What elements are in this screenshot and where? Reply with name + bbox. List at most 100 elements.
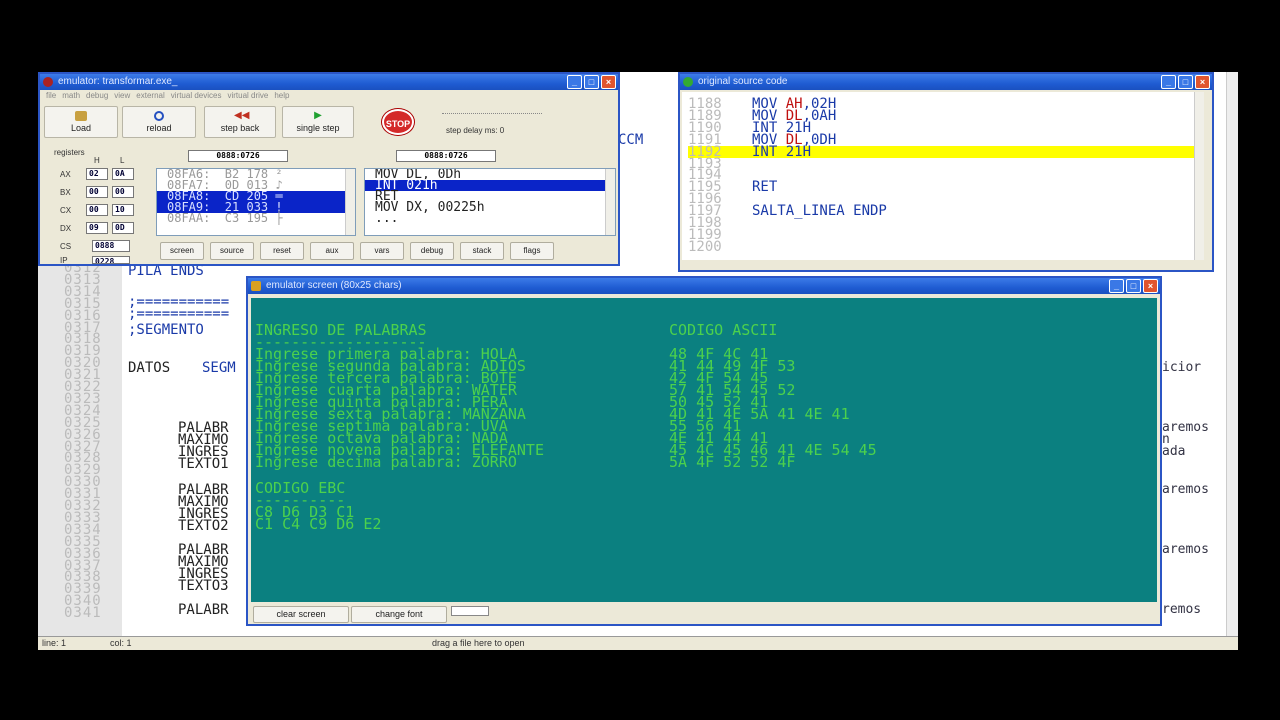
change-font-button[interactable]: change font — [351, 606, 447, 623]
menu-virtual-devices[interactable]: virtual devices — [171, 90, 222, 102]
reg-ax-high[interactable]: 02 — [86, 168, 108, 180]
source-maximize-button[interactable]: □ — [1178, 75, 1193, 89]
reg-ip-label: IP — [60, 256, 68, 265]
code-right-4: ada — [1162, 444, 1186, 459]
minimize-button[interactable]: _ — [567, 75, 582, 89]
code-pila-ends: PILA ENDS — [128, 263, 204, 279]
disasm-row[interactable]: MOV DX, 00225h — [365, 201, 615, 214]
menu-file[interactable]: file — [46, 90, 56, 102]
maximize-button[interactable]: □ — [584, 75, 599, 89]
folder-icon — [75, 111, 87, 121]
single-step-label: single step — [296, 123, 340, 133]
reg-dx-low[interactable]: 0D — [112, 222, 134, 234]
reg-h-header: H — [94, 156, 100, 165]
reg-cs[interactable]: 0888 — [92, 240, 130, 252]
registers-label: registers — [54, 148, 85, 157]
source-title: original source code — [698, 76, 788, 87]
memory-address-field[interactable]: 0888:0726 — [188, 150, 288, 162]
reg-bx-high[interactable]: 00 — [86, 186, 108, 198]
stop-button[interactable]: STOP — [382, 109, 414, 135]
screen-titlebar[interactable]: emulator screen (80x25 chars) _ □ × — [248, 278, 1160, 294]
stack-button[interactable]: stack — [460, 242, 504, 260]
clear-screen-button[interactable]: clear screen — [253, 606, 349, 623]
menu-debug[interactable]: debug — [86, 90, 108, 102]
code-texto1: TEXTO1 — [178, 456, 229, 472]
reg-ax-low[interactable]: 0A — [112, 168, 134, 180]
code-texto3: TEXTO3 — [178, 578, 229, 594]
editor-scrollbar[interactable] — [1226, 72, 1238, 636]
emulator-menu-bar: file math debug view external virtual de… — [40, 90, 618, 102]
code-comment-dash2: ;=========== — [128, 306, 230, 322]
screen-close-button[interactable]: × — [1143, 279, 1158, 293]
screen-maximize-button[interactable]: □ — [1126, 279, 1141, 293]
code-datos: DATOS — [128, 360, 171, 376]
step-back-icon: ◀◀ — [234, 110, 250, 121]
screen-button[interactable]: screen — [160, 242, 204, 260]
source-minimize-button[interactable]: _ — [1161, 75, 1176, 89]
menu-help[interactable]: help — [274, 90, 289, 102]
close-button[interactable]: × — [601, 75, 616, 89]
single-step-icon: ▶ — [314, 110, 322, 121]
source-titlebar[interactable]: original source code _ □ × — [680, 74, 1212, 90]
flags-button[interactable]: flags — [510, 242, 554, 260]
disasm-row[interactable]: INT 021h — [365, 179, 615, 192]
step-delay-label: step delay ms: 0 — [446, 126, 505, 135]
emulator-app-icon — [43, 77, 53, 87]
emulator-window: emulator: transformar.exe_ _ □ × file ma… — [38, 72, 620, 266]
reg-cs-label: CS — [60, 242, 72, 251]
memory-list[interactable]: 08FA6: B2 178 ² 08FA7: 0D 013 ♪ 08FA8: CD … — [156, 168, 356, 236]
font-size-control[interactable] — [451, 606, 489, 616]
aux-button[interactable]: aux — [310, 242, 354, 260]
step-back-button[interactable]: ◀◀ step back — [204, 106, 276, 138]
memory-scrollbar[interactable] — [345, 169, 355, 235]
source-scrollbar[interactable] — [1194, 92, 1204, 260]
reg-cx-low[interactable]: 10 — [112, 204, 134, 216]
source-line: 1200 — [688, 240, 1194, 254]
code-right-1: icior — [1162, 360, 1202, 375]
console-prompt-line: Ingrese decima palabra: ZORRO — [255, 453, 517, 471]
screen-title: emulator screen (80x25 chars) — [266, 280, 402, 291]
menu-virtual-drive[interactable]: virtual drive — [227, 90, 268, 102]
source-line: 1193 — [688, 157, 1194, 171]
disasm-address-field[interactable]: 0888:0726 — [396, 150, 496, 162]
menu-external[interactable]: external — [136, 90, 164, 102]
reload-icon — [154, 111, 164, 121]
code-segm: SEGM — [202, 360, 236, 376]
reload-label: reload — [146, 123, 172, 133]
load-button[interactable]: Load — [44, 106, 118, 138]
memory-row[interactable]: 08FAA: C3 195 ├ — [157, 212, 355, 224]
debug-button[interactable]: debug — [410, 242, 454, 260]
line-number: 0341 — [64, 605, 102, 622]
menu-math[interactable]: math — [62, 90, 80, 102]
source-line: 1198 — [688, 216, 1194, 230]
reload-button[interactable]: reload — [122, 106, 196, 138]
single-step-button[interactable]: ▶ single step — [282, 106, 354, 138]
vars-button[interactable]: vars — [360, 242, 404, 260]
emulator-toolbar: Load reload ◀◀ step back ▶ single step S… — [42, 104, 618, 140]
source-close-button[interactable]: × — [1195, 75, 1210, 89]
disasm-scrollbar[interactable] — [605, 169, 615, 235]
reg-bx-low[interactable]: 00 — [112, 186, 134, 198]
screen-minimize-button[interactable]: _ — [1109, 279, 1124, 293]
emulator-screen-window: emulator screen (80x25 chars) _ □ × INGR… — [246, 276, 1162, 626]
code-palabr-4: PALABR — [178, 602, 229, 618]
disassembly-list[interactable]: MOV DL, 0Dh INT 021h RET MOV DX, 00225h... — [364, 168, 616, 236]
load-label: Load — [70, 123, 92, 133]
status-drag-hint: drag a file here to open — [432, 638, 525, 648]
console-ascii-line: 5A 4F 52 52 4F — [669, 453, 796, 471]
reg-bx-label: BX — [60, 188, 71, 197]
reg-cx-label: CX — [60, 206, 72, 215]
reg-ip[interactable]: 0228 — [92, 256, 130, 264]
code-right-5: aremos — [1162, 482, 1209, 497]
emulator-titlebar[interactable]: emulator: transformar.exe_ _ □ × — [40, 74, 618, 90]
reg-ax-label: AX — [60, 170, 71, 179]
step-delay-slider[interactable] — [442, 108, 542, 114]
step-back-label: step back — [220, 123, 260, 133]
source-code-view[interactable]: 1188 MOV AH,02H 1189 MOV DL,0AH 1190 INT 21H 1… — [682, 92, 1194, 260]
reset-button[interactable]: reset — [260, 242, 304, 260]
reg-cx-high[interactable]: 00 — [86, 204, 108, 216]
emulator-console[interactable]: INGRESO DE PALABRAS CODIGO ASCII -------… — [251, 298, 1157, 602]
menu-view[interactable]: view — [114, 90, 130, 102]
reg-dx-high[interactable]: 09 — [86, 222, 108, 234]
source-button[interactable]: source — [210, 242, 254, 260]
